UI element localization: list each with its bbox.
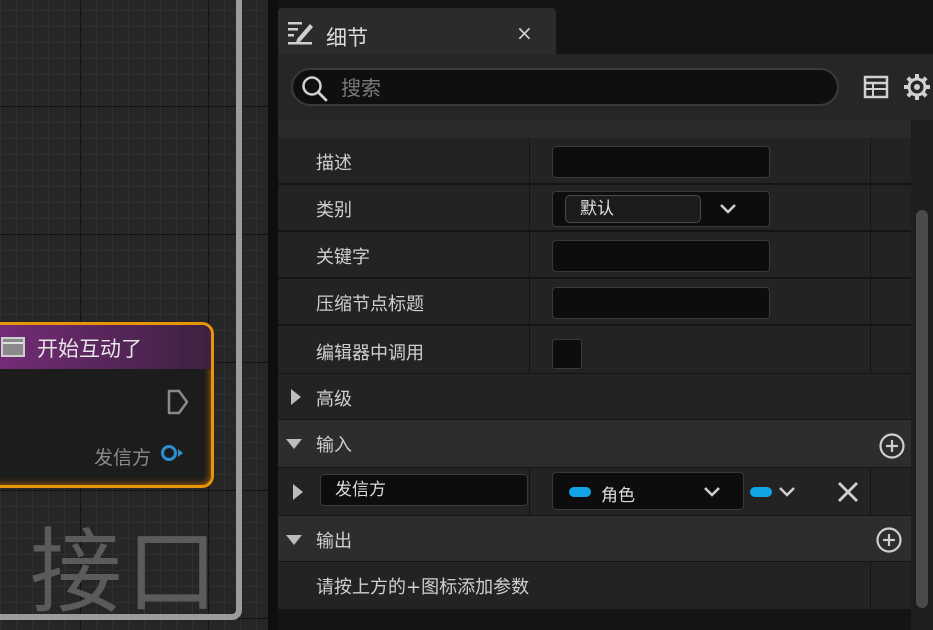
- column-divider[interactable]: [529, 279, 530, 325]
- property-label: 关键字: [316, 247, 370, 268]
- expand-arrow-icon[interactable]: [291, 389, 301, 405]
- details-panel: 细节 × 搜索 描述 类别 默认 关键字 压缩节点标题 编辑器中调用 高级 输入…: [278, 0, 933, 630]
- details-toolbar: [278, 54, 933, 120]
- pencil-icon: [288, 22, 313, 45]
- close-tab-button[interactable]: ×: [516, 21, 533, 45]
- search-box[interactable]: [291, 68, 839, 106]
- description-field[interactable]: [552, 146, 770, 178]
- comment-box-frame[interactable]: [0, 0, 242, 620]
- category-combo[interactable]: 默认: [552, 191, 770, 227]
- column-divider[interactable]: [529, 232, 530, 278]
- property-row-call-in-editor: 编辑器中调用: [278, 326, 911, 374]
- advanced-section-header[interactable]: 高级: [278, 374, 911, 420]
- property-row-category: 类别 默认: [278, 185, 911, 231]
- call-in-editor-checkbox[interactable]: [552, 339, 582, 369]
- container-type-pill-icon: [750, 487, 772, 497]
- event-node-title: 开始互动了: [37, 337, 142, 361]
- property-label: 压缩节点标题: [316, 294, 424, 315]
- tab-title: 细节: [326, 26, 368, 50]
- input-param-row: 发信方 角色: [278, 468, 911, 516]
- event-node-icon: [1, 337, 25, 357]
- close-icon[interactable]: [836, 480, 860, 504]
- keywords-field[interactable]: [552, 240, 770, 272]
- column-divider: [870, 279, 871, 325]
- chevron-down-icon[interactable]: [719, 202, 737, 216]
- tab-details[interactable]: 细节 ×: [278, 8, 556, 54]
- outputs-section-header[interactable]: 输出: [278, 516, 911, 562]
- exec-output-pin-icon[interactable]: [167, 389, 189, 415]
- type-color-pill-icon: [569, 487, 591, 497]
- output-pin-arrow-icon: [178, 449, 183, 457]
- collapse-arrow-icon[interactable]: [286, 535, 302, 545]
- outputs-hint-row: 请按上方的+图标添加参数: [278, 562, 911, 610]
- column-divider[interactable]: [529, 468, 530, 516]
- column-divider: [870, 185, 871, 231]
- search-icon: [302, 76, 328, 102]
- inputs-section-header[interactable]: 输入: [278, 420, 911, 468]
- param-name-field[interactable]: 发信方: [320, 474, 528, 506]
- column-divider: [870, 326, 871, 374]
- chevron-down-icon[interactable]: [703, 485, 721, 499]
- container-type-select[interactable]: [750, 482, 800, 502]
- section-label: 高级: [316, 389, 352, 410]
- expand-arrow-icon[interactable]: [293, 484, 303, 500]
- event-node-header[interactable]: 开始互动了: [0, 325, 211, 369]
- gear-icon[interactable]: [903, 73, 931, 101]
- collapse-arrow-icon[interactable]: [286, 439, 302, 449]
- column-divider: [870, 562, 871, 610]
- param-type-label: 角色: [601, 486, 635, 506]
- scrollbar-thumb[interactable]: [916, 210, 928, 608]
- property-label: 编辑器中调用: [316, 343, 424, 364]
- panel-splitter[interactable]: [268, 0, 278, 630]
- property-label: 类别: [316, 200, 352, 221]
- property-row-keywords: 关键字: [278, 232, 911, 278]
- category-value[interactable]: 默认: [565, 195, 701, 223]
- column-divider[interactable]: [529, 185, 530, 231]
- property-row-compact-node-title: 压缩节点标题: [278, 279, 911, 325]
- column-divider: [870, 468, 871, 516]
- column-divider[interactable]: [529, 138, 530, 184]
- search-input[interactable]: [339, 74, 823, 102]
- table-view-icon[interactable]: [863, 74, 889, 100]
- param-type-select[interactable]: 角色: [552, 472, 744, 510]
- property-label: 描述: [316, 153, 352, 174]
- add-circle-icon[interactable]: [875, 526, 903, 554]
- chevron-down-icon[interactable]: [778, 485, 796, 499]
- section-label: 输入: [316, 435, 352, 456]
- section-label: 输出: [316, 531, 352, 552]
- output-pin-label: 发信方: [93, 447, 151, 469]
- event-node[interactable]: 开始互动了 发信方: [0, 322, 214, 488]
- output-pin-circle-icon[interactable]: [161, 445, 177, 461]
- property-row-description: 描述: [278, 138, 911, 184]
- details-content: 描述 类别 默认 关键字 压缩节点标题 编辑器中调用 高级 输入 发信方 角色 …: [278, 120, 911, 630]
- column-divider[interactable]: [529, 326, 530, 374]
- add-circle-icon[interactable]: [878, 432, 906, 460]
- column-divider: [870, 232, 871, 278]
- outputs-hint-text: 请按上方的+图标添加参数: [316, 577, 530, 598]
- blueprint-graph-canvas[interactable]: 接口 开始互动了 发信方: [0, 0, 268, 630]
- clipped-section-header: [278, 120, 911, 139]
- compact-node-title-field[interactable]: [552, 287, 770, 319]
- column-divider: [870, 138, 871, 184]
